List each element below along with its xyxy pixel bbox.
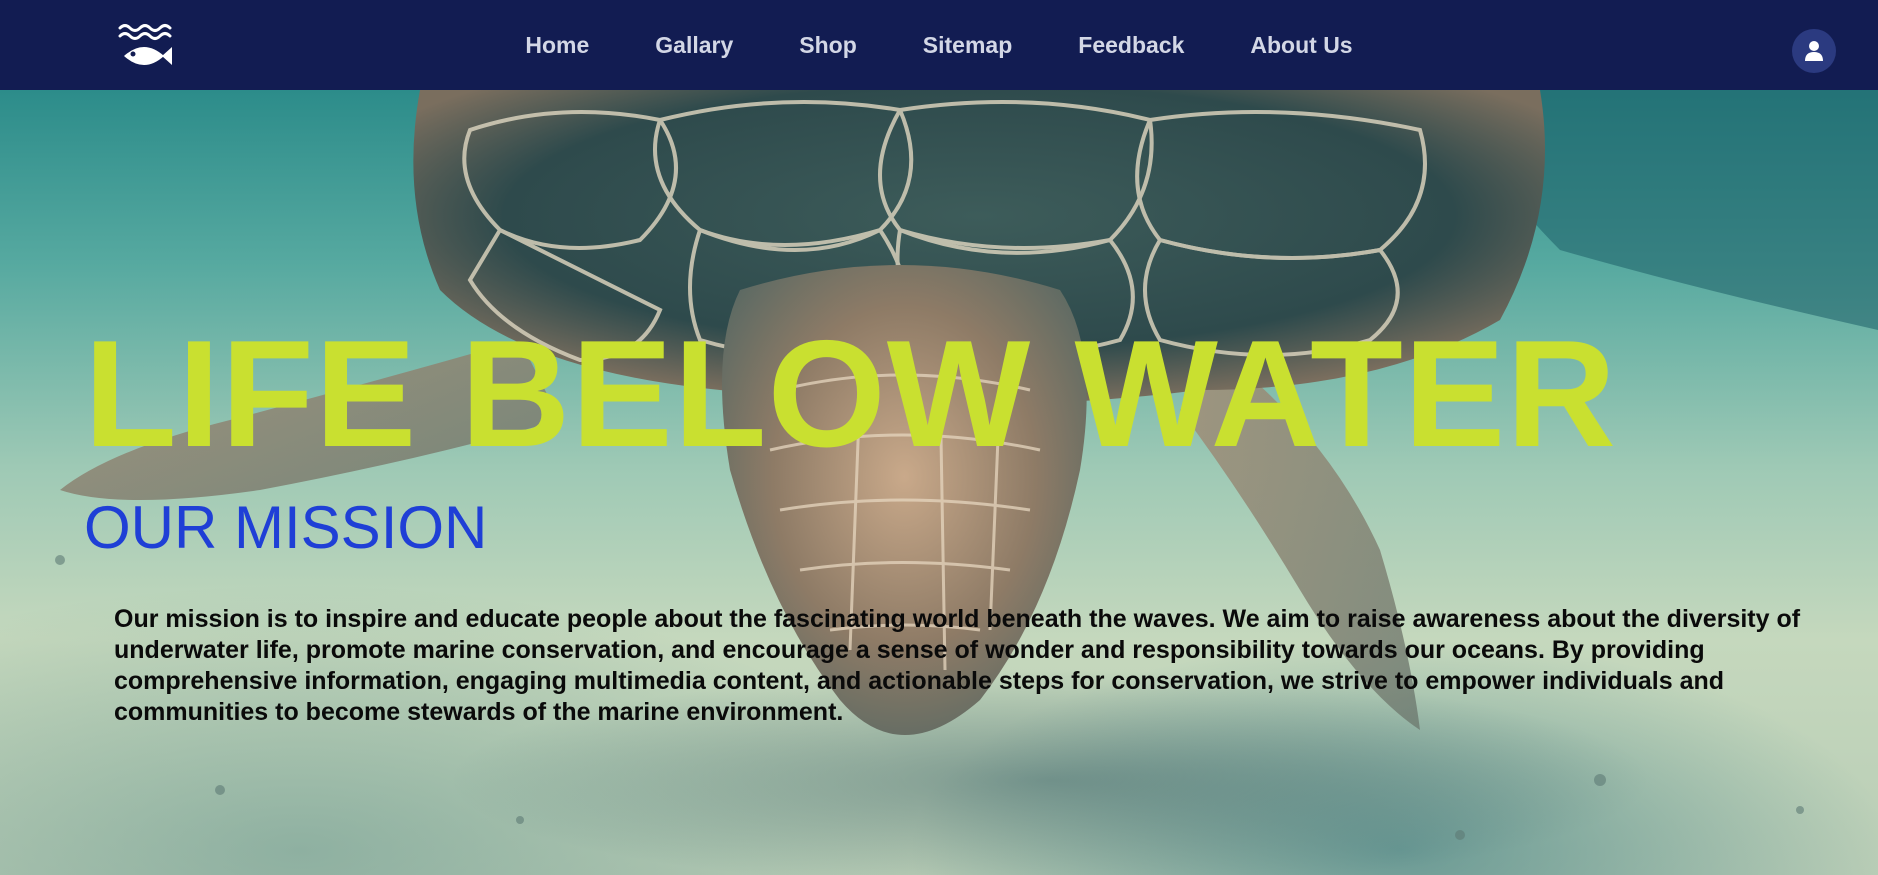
user-icon	[1805, 41, 1823, 61]
nav-feedback[interactable]: Feedback	[1078, 32, 1184, 59]
mission-text: Our mission is to inspire and educate pe…	[114, 605, 1801, 726]
page: Home Gallary Shop Sitemap Feedback About…	[0, 0, 1878, 875]
nav-sitemap[interactable]: Sitemap	[923, 32, 1012, 59]
sea-turtle-photo	[55, 90, 1878, 875]
user-account-button[interactable]	[1792, 29, 1836, 73]
nav-shop[interactable]: Shop	[799, 32, 857, 59]
nav-gallery[interactable]: Gallary	[655, 32, 733, 59]
hero-title: LIFE BELOW WATER	[84, 309, 1618, 479]
top-navbar: Home Gallary Shop Sitemap Feedback About…	[0, 0, 1878, 90]
nav-links: Home Gallary Shop Sitemap Feedback About…	[0, 0, 1878, 90]
hero-section: LIFE BELOW WATER OUR MISSION Our mission…	[0, 90, 1878, 875]
fish-waves-icon[interactable]	[118, 22, 176, 72]
nav-home[interactable]: Home	[525, 32, 589, 59]
mission-heading: OUR MISSION	[84, 494, 488, 561]
nav-about-us[interactable]: About Us	[1250, 32, 1352, 59]
